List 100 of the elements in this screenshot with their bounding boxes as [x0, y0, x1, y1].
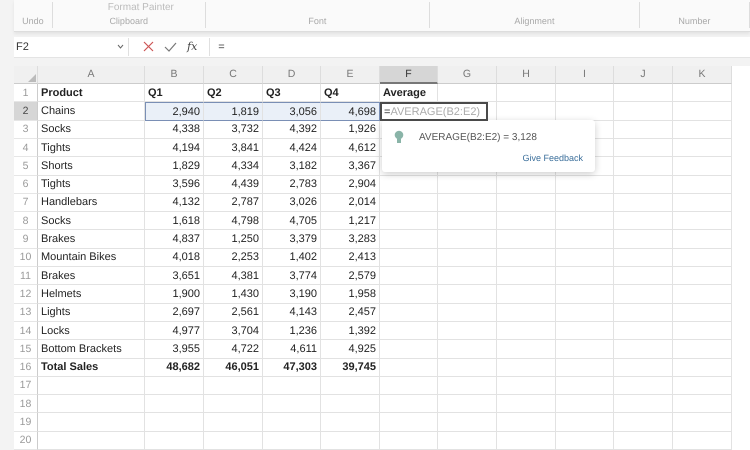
empty-cell	[556, 340, 614, 359]
empty-cell	[145, 413, 204, 432]
row-header[interactable]: 17	[14, 376, 38, 396]
column-header[interactable]: B	[145, 66, 204, 84]
column-header[interactable]: I	[556, 66, 614, 84]
suggestion-text[interactable]: AVERAGE(B2:E2) = 3,128	[419, 132, 537, 143]
table-cell: 3,379	[263, 230, 321, 249]
row-header[interactable]: 14	[14, 322, 38, 340]
row-header[interactable]: 11	[14, 267, 38, 286]
empty-cell	[673, 340, 732, 359]
table-cell: 4,194	[145, 138, 204, 158]
column-header[interactable]: J	[614, 66, 673, 84]
checkmark-icon[interactable]	[164, 42, 177, 52]
table-cell: 3,056	[263, 102, 321, 121]
ribbon-group-label: Font	[308, 16, 326, 26]
empty-cell	[497, 230, 556, 249]
empty-cell	[497, 432, 556, 450]
table-cell: 2,413	[321, 248, 380, 268]
table-cell: 48,682	[145, 358, 204, 377]
table-cell: 1,958	[321, 285, 380, 304]
format-painter-button[interactable]: Format Painter	[108, 2, 174, 13]
row-header[interactable]: 1	[14, 84, 38, 102]
empty-cell	[673, 212, 732, 230]
table-cell: Locks	[38, 322, 145, 340]
column-header[interactable]: H	[497, 66, 556, 84]
empty-cell	[673, 102, 732, 121]
column-header[interactable]: C	[204, 66, 263, 84]
empty-cell	[497, 376, 556, 396]
row-header[interactable]: 20	[14, 432, 38, 450]
row-header[interactable]: 18	[14, 395, 38, 414]
empty-cell	[321, 432, 380, 450]
table-cell: 3,182	[263, 157, 321, 176]
row-header[interactable]: 9	[14, 230, 38, 249]
row-header[interactable]: 13	[14, 304, 38, 322]
table-cell: 2,561	[204, 304, 263, 322]
table-cell: 3,190	[263, 285, 321, 304]
empty-cell	[438, 230, 497, 249]
empty-cell	[497, 285, 556, 304]
table-cell: 47,303	[263, 358, 321, 377]
cell-edit-field[interactable]: =AVERAGE(B2:E2)	[380, 102, 488, 121]
row-header[interactable]: 6	[14, 176, 38, 194]
column-header[interactable]: A	[38, 66, 145, 84]
row-header[interactable]: 3	[14, 120, 38, 139]
table-cell: 1,217	[321, 212, 380, 230]
empty-cell	[614, 413, 673, 432]
name-box[interactable]: F2	[14, 38, 129, 56]
give-feedback-link[interactable]: Give Feedback	[522, 152, 583, 163]
table-cell: Tights	[38, 176, 145, 194]
empty-cell	[614, 157, 673, 176]
table-cell: 2,253	[204, 248, 263, 268]
table-cell: Shorts	[38, 157, 145, 176]
table-cell: 2,940	[145, 102, 204, 121]
row-header[interactable]: 10	[14, 248, 38, 268]
empty-cell	[614, 212, 673, 230]
empty-cell	[673, 376, 732, 396]
table-cell: 39,745	[321, 358, 380, 377]
empty-cell	[380, 395, 438, 414]
empty-cell	[614, 176, 673, 194]
table-cell: 3,704	[204, 322, 263, 340]
empty-cell	[438, 322, 497, 340]
row-header[interactable]: 16	[14, 358, 38, 377]
empty-cell	[614, 358, 673, 377]
empty-cell	[380, 248, 438, 268]
lightbulb-icon	[394, 130, 404, 144]
empty-cell	[673, 157, 732, 176]
cancel-icon[interactable]	[143, 41, 154, 52]
empty-cell	[263, 376, 321, 396]
table-cell: 4,381	[204, 267, 263, 286]
empty-cell	[438, 285, 497, 304]
row-header[interactable]: 4	[14, 138, 38, 158]
row-header[interactable]: 5	[14, 157, 38, 176]
empty-cell	[380, 358, 438, 377]
row-header[interactable]: 8	[14, 212, 38, 230]
empty-cell	[438, 358, 497, 377]
table-cell: 3,651	[145, 267, 204, 286]
column-header[interactable]: D	[263, 66, 321, 84]
column-header[interactable]: K	[673, 66, 732, 84]
table-cell: 2,787	[204, 194, 263, 212]
table-cell: 4,698	[321, 102, 380, 121]
row-header[interactable]: 15	[14, 340, 38, 359]
column-header[interactable]: F	[380, 66, 438, 84]
formula-input[interactable]: =	[210, 40, 225, 53]
row-header[interactable]: 7	[14, 194, 38, 212]
insert-function-button[interactable]: fx	[187, 40, 198, 54]
row-header[interactable]: 12	[14, 285, 38, 304]
empty-cell	[556, 358, 614, 377]
empty-cell	[673, 267, 732, 286]
table-cell: 3,367	[321, 157, 380, 176]
row-header[interactable]: 2	[14, 102, 38, 121]
column-header[interactable]: G	[438, 66, 497, 84]
empty-cell	[380, 230, 438, 249]
empty-cell	[380, 285, 438, 304]
table-cell: Socks	[38, 120, 145, 139]
table-cell: 2,014	[321, 194, 380, 212]
table-cell: 2,579	[321, 267, 380, 286]
column-header[interactable]: E	[321, 66, 380, 84]
empty-cell	[614, 322, 673, 340]
empty-cell	[614, 138, 673, 158]
row-header[interactable]: 19	[14, 413, 38, 432]
table-cell: Handlebars	[38, 194, 145, 212]
